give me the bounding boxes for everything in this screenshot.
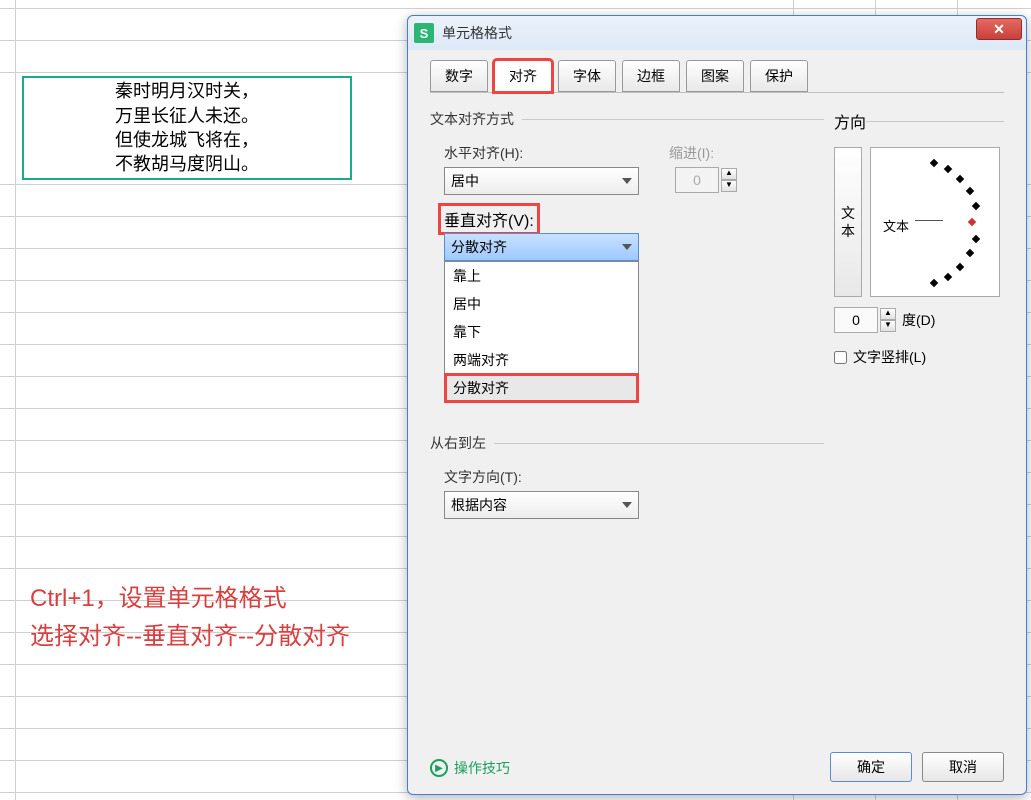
close-icon: ✕ [993,21,1005,38]
direction-group: 方向 文 本 文本 [834,109,1004,377]
text-align-group: 文本对齐方式 水平对齐(H): 居中 缩进(I): [430,109,824,425]
dialog-titlebar[interactable]: S 单元格格式 ✕ [408,16,1026,50]
tab-alignment[interactable]: 对齐 [494,60,552,92]
chevron-down-icon [622,502,632,508]
instruction-annotation: Ctrl+1，设置单元格格式 选择对齐--垂直对齐--分散对齐 [30,580,350,657]
cell-line: 但使龙城飞将在， [115,128,259,152]
v-align-label: 垂直对齐(V): [440,205,538,233]
indent-input[interactable] [675,167,719,193]
tab-protect[interactable]: 保护 [750,60,808,92]
degree-input[interactable] [834,307,878,333]
v-align-option[interactable]: 分散对齐 [445,374,638,402]
close-button[interactable]: ✕ [976,18,1022,40]
vertical-text-checkbox[interactable] [834,351,847,364]
vertical-text-button[interactable]: 文 本 [834,147,862,297]
chevron-down-icon [622,244,632,250]
cell-line: 万里长征人未还。 [115,104,259,128]
tab-border[interactable]: 边框 [622,60,680,92]
text-dir-combo[interactable]: 根据内容 [444,491,639,519]
v-align-value: 分散对齐 [451,237,507,257]
cell-line: 不教胡马度阴山。 [115,152,259,176]
cell-line: 秦时明月汉时关， [115,79,259,103]
h-align-combo[interactable]: 居中 [444,167,639,195]
tab-number[interactable]: 数字 [430,60,488,92]
cell-format-dialog: S 单元格格式 ✕ 数字 对齐 字体 边框 图案 保护 文本对齐方式 水平对齐(… [407,15,1027,795]
tab-pattern[interactable]: 图案 [686,60,744,92]
rtl-group: 从右到左 文字方向(T): 根据内容 [430,433,824,533]
group-label: 方向 [834,109,866,133]
v-align-option[interactable]: 靠上 [445,262,638,290]
tab-row: 数字 对齐 字体 边框 图案 保护 [408,50,1026,92]
group-label: 从右到左 [430,433,494,453]
vertical-text-checkbox-row[interactable]: 文字竖排(L) [834,347,1004,367]
dialog-title: 单元格格式 [442,23,512,43]
ok-button[interactable]: 确定 [830,752,912,782]
v-align-option[interactable]: 靠下 [445,318,638,346]
vert-btn-char: 文 [841,204,855,222]
degree-down[interactable]: ▼ [880,320,896,332]
indent-down[interactable]: ▼ [721,180,737,192]
text-dir-label: 文字方向(T): [444,467,824,487]
angle-selector[interactable]: 文本 [870,147,1000,297]
v-align-option[interactable]: 两端对齐 [445,346,638,374]
v-align-dropdown: 靠上 居中 靠下 两端对齐 分散对齐 [444,261,639,403]
indent-label: 缩进(I): [669,143,737,163]
degree-label: 度(D) [902,310,935,330]
cancel-button[interactable]: 取消 [922,752,1004,782]
degree-up[interactable]: ▲ [880,308,896,320]
hint-link[interactable]: ▶ 操作技巧 [430,758,510,778]
vert-btn-char: 本 [841,222,855,240]
v-align-combo[interactable]: 分散对齐 [444,233,639,261]
tab-font[interactable]: 字体 [558,60,616,92]
h-align-value: 居中 [451,171,479,191]
h-align-label: 水平对齐(H): [444,143,639,163]
group-label: 文本对齐方式 [430,109,522,129]
selected-cell[interactable]: 秦时明月汉时关， 万里长征人未还。 但使龙城飞将在， 不教胡马度阴山。 [22,76,352,180]
text-dir-value: 根据内容 [451,495,507,515]
hint-text: 操作技巧 [454,758,510,778]
indent-up[interactable]: ▲ [721,168,737,180]
annotation-line: 选择对齐--垂直对齐--分散对齐 [30,618,350,656]
v-align-option[interactable]: 居中 [445,290,638,318]
vertical-text-label: 文字竖排(L) [853,347,926,367]
annotation-line: Ctrl+1，设置单元格格式 [30,580,350,618]
app-icon: S [414,23,434,43]
angle-text-marker: 文本 [883,216,909,235]
chevron-down-icon [622,178,632,184]
play-icon: ▶ [430,759,448,777]
